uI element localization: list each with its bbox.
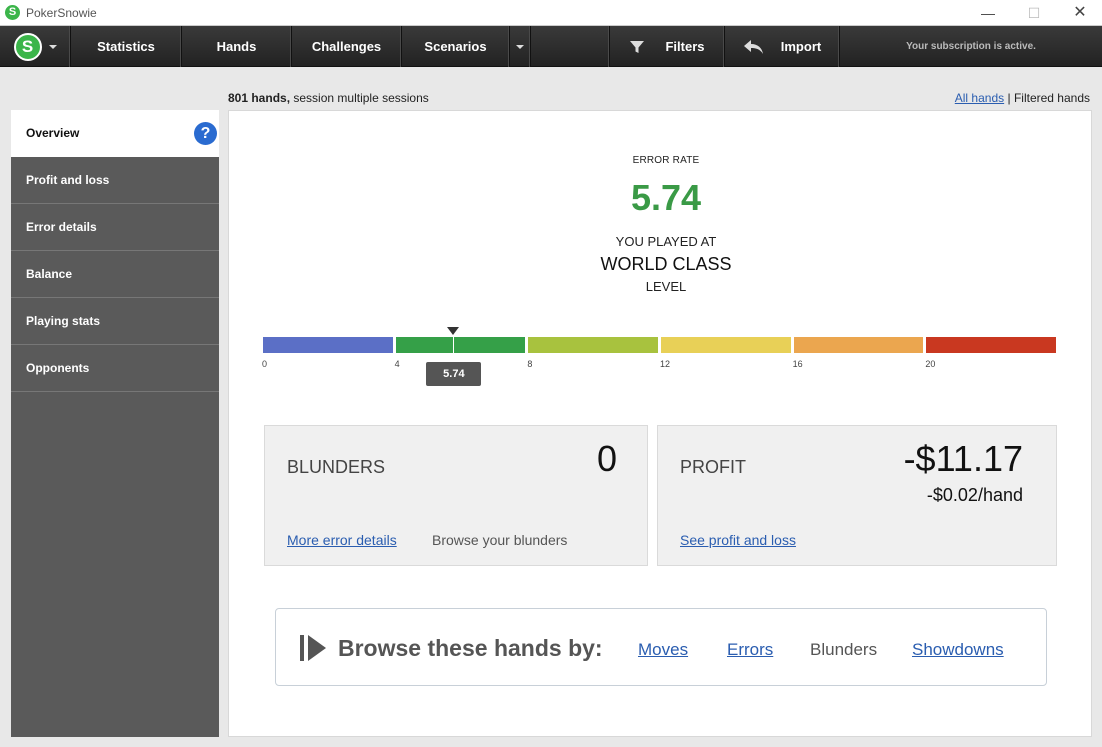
filters-label: Filters bbox=[665, 39, 705, 54]
scale-segment bbox=[528, 337, 658, 353]
browse-hands-box: Browse these hands by: Moves Errors Blun… bbox=[275, 608, 1047, 686]
nav-spacer bbox=[531, 26, 610, 67]
scope-separator: | bbox=[1007, 91, 1011, 105]
scale-pointer-line bbox=[453, 335, 455, 357]
scale-segment bbox=[263, 337, 393, 353]
import-arrow-icon bbox=[743, 39, 763, 54]
logo-menu-button[interactable]: S bbox=[0, 26, 71, 67]
scale-pointer-icon bbox=[447, 327, 460, 335]
sidebar-item-error-details[interactable]: Error details bbox=[11, 204, 219, 251]
close-button[interactable]: ✕ bbox=[1057, 2, 1102, 24]
session-text: session multiple sessions bbox=[293, 91, 429, 105]
all-hands-link[interactable]: All hands bbox=[955, 91, 1004, 105]
import-label: Import bbox=[780, 39, 822, 54]
scale-tick-label: 0 bbox=[262, 359, 268, 369]
play-icon bbox=[300, 635, 326, 661]
sidebar-item-label: Overview bbox=[26, 126, 80, 140]
level-name: WORLD CLASS bbox=[600, 254, 732, 274]
error-rate-value: 5.74 bbox=[630, 177, 702, 218]
scale-tick-label: 16 bbox=[792, 359, 803, 369]
sidebar-item-label: Error details bbox=[26, 220, 97, 234]
help-icon[interactable]: ? bbox=[194, 122, 217, 145]
chevron-down-icon bbox=[48, 44, 57, 49]
profit-total: -$11.17 bbox=[903, 438, 1023, 479]
browse-errors-link[interactable]: Errors bbox=[727, 640, 773, 660]
scale-segment bbox=[793, 337, 924, 353]
scale-segment bbox=[661, 337, 791, 353]
nav-challenges[interactable]: Challenges bbox=[292, 26, 402, 67]
more-error-details-link[interactable]: More error details bbox=[287, 532, 397, 548]
sidebar-item-playing-stats[interactable]: Playing stats bbox=[11, 298, 219, 345]
browse-showdowns-link[interactable]: Showdowns bbox=[912, 640, 1004, 660]
sidebar-item-label: Playing stats bbox=[26, 314, 101, 328]
nav-more-button[interactable] bbox=[510, 26, 531, 67]
error-rate-label: ERROR RATE bbox=[632, 155, 700, 166]
profit-per-hand: -$0.02/hand bbox=[926, 485, 1023, 505]
sidebar-item-label: Profit and loss bbox=[26, 173, 110, 187]
hands-count: 801 hands, bbox=[228, 91, 291, 105]
level-word: LEVEL bbox=[645, 279, 687, 294]
scale-segment bbox=[926, 337, 1056, 353]
browse-blunders-label: Blunders bbox=[810, 640, 878, 659]
nav-statistics[interactable]: Statistics bbox=[71, 26, 182, 67]
scale-tick-label: 20 bbox=[925, 359, 936, 369]
error-rate-marker: 5.74 bbox=[426, 362, 482, 386]
maximize-button[interactable]: ☐ bbox=[1011, 2, 1057, 24]
sidebar-item-label: Opponents bbox=[26, 361, 90, 375]
filter-icon bbox=[630, 40, 645, 53]
pokersnowie-logo-icon: S bbox=[13, 32, 42, 61]
scale-tick-label: 4 bbox=[394, 359, 400, 369]
main-nav: S Statistics Hands Challenges Scenarios … bbox=[0, 26, 1102, 67]
subscription-text: Your subscription is active. bbox=[906, 41, 1036, 52]
nav-scenarios[interactable]: Scenarios bbox=[402, 26, 510, 67]
error-rate-scale bbox=[263, 337, 1059, 353]
played-at-text: YOU PLAYED AT bbox=[615, 234, 717, 249]
import-button[interactable]: Import bbox=[725, 26, 840, 67]
window-titlebar: S PokerSnowie — ☐ ✕ bbox=[0, 0, 1102, 26]
blunders-title: BLUNDERS bbox=[287, 457, 386, 477]
browse-blunders-text: Browse your blunders bbox=[432, 532, 568, 548]
subscription-status: Your subscription is active. bbox=[840, 26, 1102, 67]
nav-hands[interactable]: Hands bbox=[182, 26, 292, 67]
blunders-card: BLUNDERS 0 More error details Browse you… bbox=[264, 425, 648, 566]
browse-label: Browse these hands by: bbox=[338, 635, 603, 661]
app-logo-icon: S bbox=[5, 5, 20, 20]
profit-title: PROFIT bbox=[680, 457, 746, 477]
sidebar-item-profit-and-loss[interactable]: Profit and loss bbox=[11, 157, 219, 204]
browse-moves-link[interactable]: Moves bbox=[638, 640, 688, 660]
sidebar-item-opponents[interactable]: Opponents bbox=[11, 345, 219, 392]
sidebar-item-label: Balance bbox=[26, 267, 73, 281]
minimize-button[interactable]: — bbox=[965, 2, 1011, 24]
sidebar: Overview ? Profit and loss Error details… bbox=[11, 110, 219, 737]
scale-tick-label: 8 bbox=[527, 359, 533, 369]
window-title: PokerSnowie bbox=[26, 6, 97, 20]
blunders-count: 0 bbox=[596, 438, 617, 479]
chevron-down-icon bbox=[516, 44, 524, 49]
sidebar-item-balance[interactable]: Balance bbox=[11, 251, 219, 298]
scale-segment bbox=[395, 337, 526, 353]
filtered-hands-label: Filtered hands bbox=[1013, 91, 1090, 105]
scale-tick-label: 12 bbox=[660, 359, 671, 369]
overview-panel: ERROR RATE 5.74 YOU PLAYED AT WORLD CLAS… bbox=[228, 110, 1092, 737]
profit-card: PROFIT -$11.17 -$0.02/hand See profit an… bbox=[657, 425, 1057, 566]
sidebar-item-overview[interactable]: Overview ? bbox=[11, 110, 219, 157]
filters-button[interactable]: Filters bbox=[610, 26, 725, 67]
hands-summary: 801 hands, session multiple sessions bbox=[228, 91, 429, 105]
hands-scope-links: All hands | Filtered hands bbox=[955, 91, 1090, 105]
see-profit-and-loss-link[interactable]: See profit and loss bbox=[680, 532, 796, 548]
